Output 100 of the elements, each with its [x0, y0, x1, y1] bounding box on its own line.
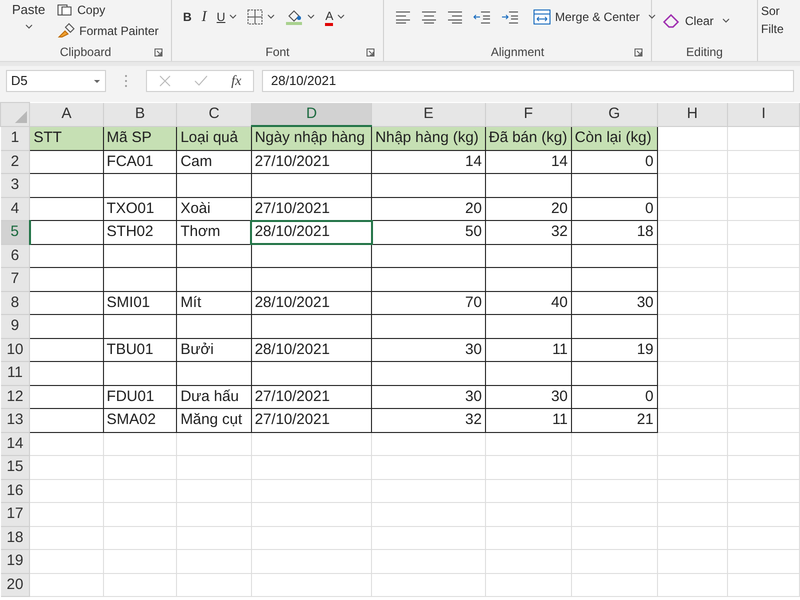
caret-icon — [648, 14, 656, 20]
row-header[interactable]: 15 — [0, 456, 30, 479]
table-cell[interactable]: SMA02 — [103, 408, 177, 432]
table-cell[interactable]: 32 — [485, 220, 572, 244]
column-header[interactable]: G — [571, 102, 658, 126]
table-cell[interactable]: 27/10/2021 — [251, 408, 372, 432]
table-cell[interactable]: 20 — [372, 197, 486, 220]
header-cell[interactable]: Loại quả — [176, 126, 252, 150]
table-cell[interactable]: STH02 — [103, 220, 177, 244]
row-header[interactable]: 3 — [0, 174, 30, 197]
table-cell[interactable]: 0 — [571, 197, 658, 220]
row-header[interactable]: 20 — [0, 573, 30, 596]
font-color-button[interactable]: A — [322, 6, 348, 28]
italic-button[interactable]: I — [198, 6, 210, 28]
format-painter-button[interactable]: Format Painter — [53, 21, 163, 41]
table-cell[interactable]: FDU01 — [103, 385, 177, 408]
table-cell[interactable]: 28/10/2021 — [251, 338, 372, 362]
drag-handle-icon[interactable] — [124, 74, 128, 88]
table-cell[interactable]: 27/10/2021 — [251, 150, 372, 174]
table-cell[interactable]: 20 — [485, 197, 572, 220]
table-cell[interactable]: 0 — [571, 150, 658, 174]
table-cell[interactable]: Mít — [176, 291, 252, 314]
row-header[interactable]: 17 — [0, 502, 30, 526]
align-right-icon — [447, 10, 463, 24]
paste-button[interactable]: Paste — [8, 0, 50, 40]
group-label: Alignment — [490, 44, 544, 61]
table-cell[interactable]: 32 — [372, 408, 486, 432]
row-header[interactable]: 14 — [0, 432, 30, 456]
table-cell[interactable]: 28/10/2021 — [251, 220, 372, 244]
column-header[interactable]: A — [30, 102, 104, 126]
underline-button[interactable]: U — [214, 6, 240, 28]
column-header[interactable]: D — [251, 102, 372, 126]
row-header[interactable]: 10 — [0, 338, 30, 362]
merge-center-button[interactable]: Merge & Center — [530, 6, 659, 28]
table-cell[interactable]: 30 — [372, 385, 486, 408]
table-cell[interactable]: FCA01 — [103, 150, 177, 174]
table-cell[interactable]: Cam — [176, 150, 252, 174]
table-cell[interactable]: 19 — [571, 338, 658, 362]
table-cell[interactable]: Dưa hấu — [176, 385, 252, 408]
table-cell[interactable]: TXO01 — [103, 197, 177, 220]
table-cell[interactable]: Xoài — [176, 197, 252, 220]
table-cell[interactable]: 28/10/2021 — [251, 291, 372, 314]
table-cell[interactable]: 30 — [372, 338, 486, 362]
row-header[interactable]: 8 — [0, 291, 30, 314]
row-header[interactable]: 4 — [0, 197, 30, 220]
header-cell[interactable]: Đã bán (kg) — [485, 126, 572, 150]
row-header[interactable]: 19 — [0, 550, 30, 573]
caret-icon — [24, 24, 33, 30]
row-header[interactable]: 2 — [0, 150, 30, 174]
row-header[interactable]: 1 — [0, 126, 30, 150]
table-cell[interactable]: 70 — [372, 291, 486, 314]
row-header[interactable]: 6 — [0, 244, 30, 268]
bold-button[interactable]: B — [180, 6, 195, 28]
sort-filter-label[interactable]: Filte — [761, 20, 784, 38]
table-cell[interactable]: TBU01 — [103, 338, 177, 362]
table-cell[interactable]: 40 — [485, 291, 572, 314]
table-cell[interactable]: 50 — [372, 220, 486, 244]
row-header[interactable]: 16 — [0, 479, 30, 502]
column-header[interactable]: H — [657, 102, 728, 126]
column-header[interactable]: I — [728, 102, 800, 126]
dialog-launcher-icon[interactable] — [154, 48, 163, 57]
column-header[interactable]: C — [176, 102, 252, 126]
row-header[interactable]: 9 — [0, 314, 30, 338]
header-cell[interactable]: Mã SP — [103, 126, 177, 150]
table-cell[interactable]: 14 — [485, 150, 572, 174]
row-header[interactable]: 18 — [0, 526, 30, 550]
column-header[interactable]: B — [103, 102, 177, 126]
table-cell[interactable]: 14 — [372, 150, 486, 174]
table-cell[interactable]: Bưởi — [176, 338, 252, 362]
insert-function-button[interactable]: fx — [231, 70, 242, 92]
row-header[interactable]: 13 — [0, 408, 30, 432]
name-box[interactable]: D5 — [6, 70, 106, 92]
dialog-launcher-icon[interactable] — [634, 48, 643, 57]
table-cell[interactable]: 30 — [485, 385, 572, 408]
formula-input[interactable]: 28/10/2021 — [262, 70, 794, 92]
sort-filter-label[interactable]: Sor — [761, 2, 784, 20]
column-header[interactable]: E — [372, 102, 486, 126]
header-cell[interactable]: STT — [30, 126, 104, 150]
column-header[interactable]: F — [485, 102, 572, 126]
header-cell[interactable]: Ngày nhập hàng — [251, 126, 372, 150]
check-icon[interactable] — [194, 75, 208, 87]
row-header[interactable]: 7 — [0, 268, 30, 291]
table-cell[interactable]: 21 — [571, 408, 658, 432]
row-header[interactable]: 11 — [0, 362, 30, 385]
table-cell[interactable]: Măng cụt — [176, 408, 252, 432]
group-label: Font — [265, 44, 290, 61]
table-cell[interactable]: 18 — [571, 220, 658, 244]
row-header[interactable]: 5 — [0, 220, 30, 244]
table-cell[interactable]: 0 — [571, 385, 658, 408]
table-cell[interactable]: 11 — [485, 408, 572, 432]
table-cell[interactable]: 11 — [485, 338, 572, 362]
table-cell[interactable]: SMI01 — [103, 291, 177, 314]
table-cell[interactable]: 27/10/2021 — [251, 385, 372, 408]
copy-button[interactable]: Copy — [53, 0, 163, 20]
header-cell[interactable]: Còn lại (kg) — [571, 126, 658, 150]
row-header[interactable]: 12 — [0, 385, 30, 408]
table-cell[interactable]: 30 — [571, 291, 658, 314]
dialog-launcher-icon[interactable] — [366, 48, 375, 57]
header-cell[interactable]: Nhập hàng (kg) — [372, 126, 486, 150]
clear-button[interactable]: Clear — [660, 10, 733, 32]
